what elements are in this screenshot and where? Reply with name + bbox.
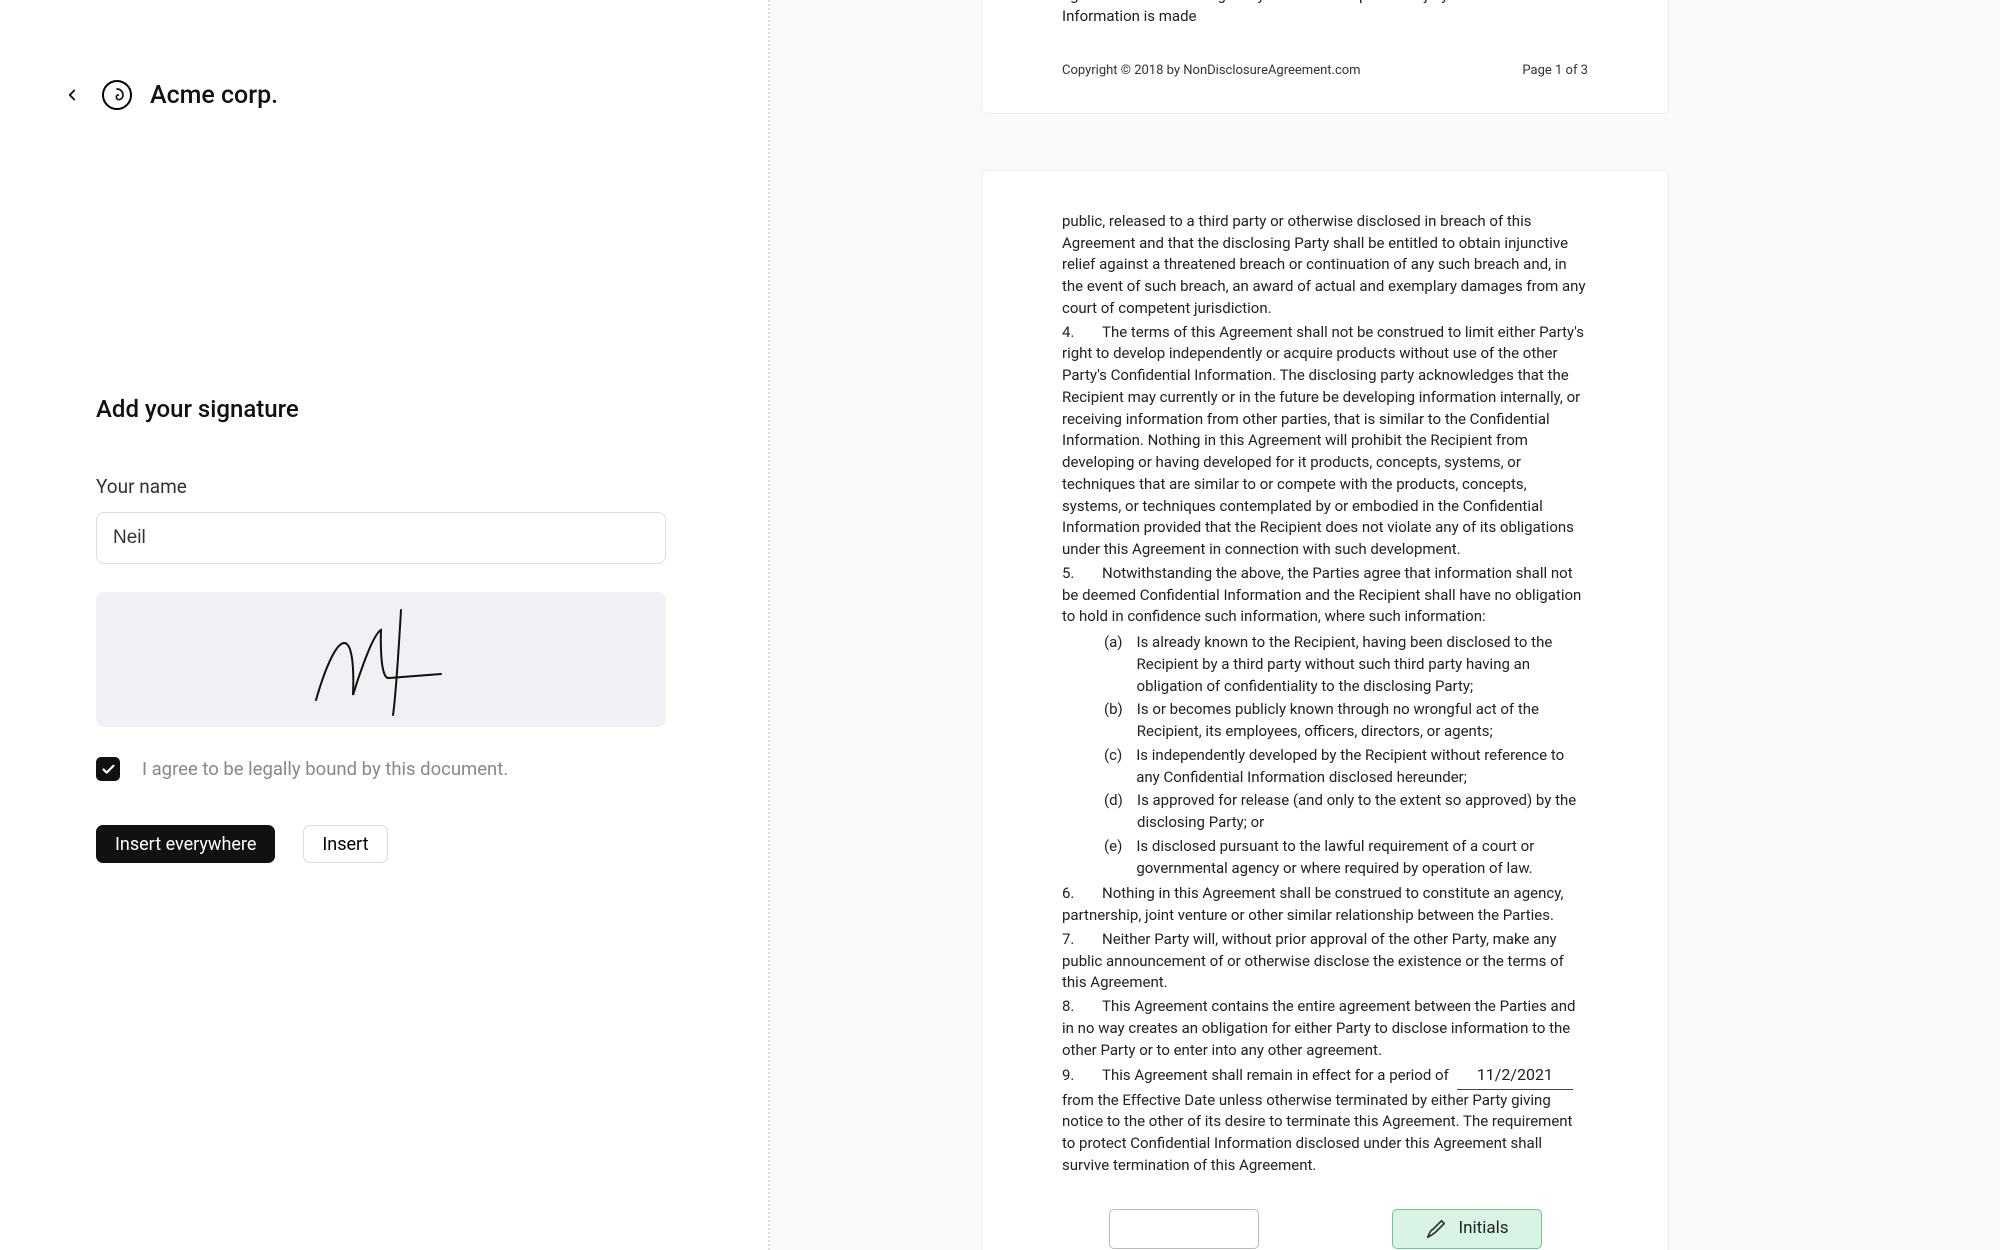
swirl-icon [109, 87, 125, 103]
chevron-left-icon [63, 86, 81, 104]
initials-field[interactable]: Initials [1392, 1209, 1542, 1249]
check-icon [101, 762, 116, 777]
p2-9: 9.This Agreement shall remain in effect … [1062, 1063, 1588, 1176]
signature-glyph [301, 600, 461, 720]
list-item: (c)Is independently developed by the Rec… [1104, 745, 1588, 789]
document-viewer[interactable]: return or destroy all copies of Confiden… [770, 0, 2000, 1250]
back-button[interactable] [60, 83, 84, 107]
document-page-1: return or destroy all copies of Confiden… [981, 0, 1669, 114]
page1-footer: Copyright © 2018 by NonDisclosureAgreeme… [1062, 62, 1588, 81]
list-item: (b)Is or becomes publicly known through … [1104, 699, 1588, 743]
consent-row: I agree to be legally bound by this docu… [96, 757, 666, 781]
p2-5: 5.Notwithstanding the above, the Parties… [1062, 563, 1588, 628]
p2-4: 4.The terms of this Agreement shall not … [1062, 322, 1588, 561]
insert-button[interactable]: Insert [303, 825, 387, 863]
p2-intro: public, released to a third party or oth… [1062, 211, 1588, 320]
signature-field-1[interactable] [1109, 1209, 1259, 1249]
name-label: Your name [96, 475, 666, 498]
page1-tail-text: return or destroy all copies of Confiden… [1062, 0, 1588, 28]
list-item: (a)Is already known to the Recipient, ha… [1104, 632, 1588, 697]
pen-icon [1425, 1218, 1447, 1240]
name-input[interactable] [96, 512, 666, 564]
p2-6: 6.Nothing in this Agreement shall be con… [1062, 883, 1588, 927]
effective-date-field[interactable]: 11/2/2021 [1457, 1063, 1573, 1089]
initials-label: Initials [1459, 1216, 1509, 1241]
signature-sidebar: Acme corp. Add your signature Your name … [0, 0, 770, 1250]
signature-pad[interactable] [96, 592, 666, 727]
company-name: Acme corp. [150, 81, 278, 110]
signature-slot-1 [1062, 1209, 1305, 1250]
p2-8: 8.This Agreement contains the entire agr… [1062, 996, 1588, 1061]
panel-title: Add your signature [96, 395, 553, 423]
p2-5-sublist: (a)Is already known to the Recipient, ha… [1104, 632, 1588, 879]
insert-everywhere-button[interactable]: Insert everywhere [96, 825, 275, 863]
p2-7: 7.Neither Party will, without prior appr… [1062, 929, 1588, 994]
signature-form: Your name I agree to be legally bound by… [96, 475, 666, 863]
company-logo [102, 80, 132, 110]
list-item: (e)Is disclosed pursuant to the lawful r… [1104, 836, 1588, 880]
list-item: (d)Is approved for release (and only to … [1104, 790, 1588, 834]
consent-text: I agree to be legally bound by this docu… [142, 758, 508, 780]
page1-pager: Page 1 of 3 [1522, 62, 1588, 81]
signature-slot-2: Initials [1345, 1209, 1588, 1250]
button-row: Insert everywhere Insert [96, 825, 666, 863]
consent-checkbox[interactable] [96, 757, 120, 781]
document-page-2: public, released to a third party or oth… [981, 170, 1669, 1250]
header: Acme corp. [60, 80, 553, 110]
signature-row: Initials [1062, 1209, 1588, 1250]
page1-copyright: Copyright © 2018 by NonDisclosureAgreeme… [1062, 62, 1361, 81]
